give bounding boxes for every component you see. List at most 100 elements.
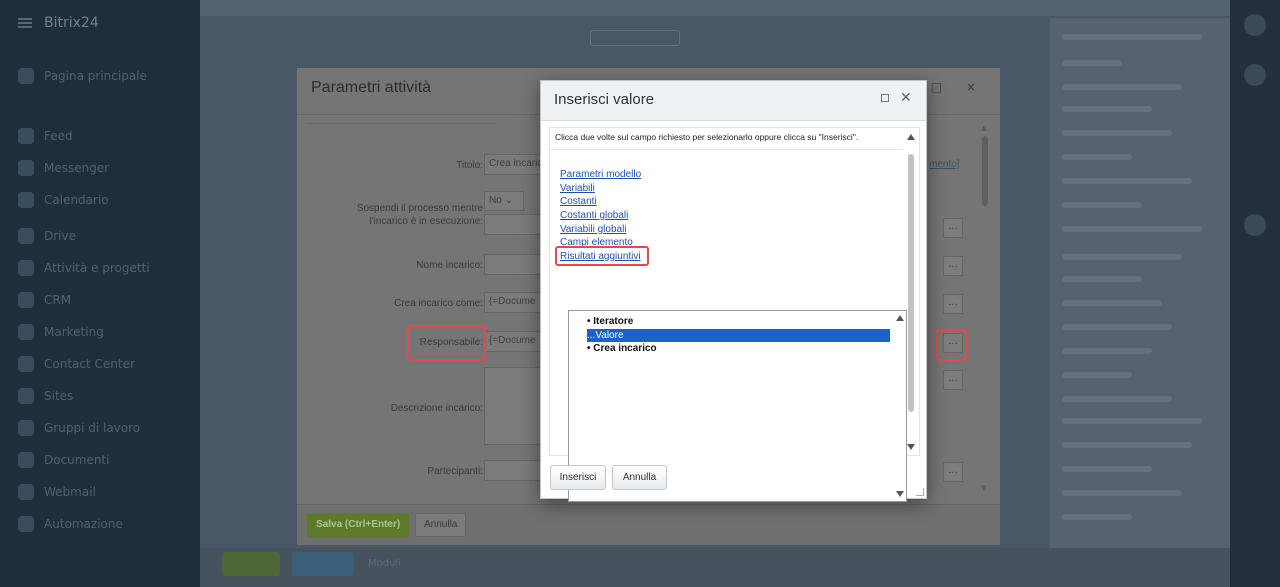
resize-grip-icon[interactable] [916,488,924,496]
sidebar-item-marketing[interactable]: Marketing [18,322,104,342]
sidebar-item-sites[interactable]: Sites [18,386,73,406]
panel-line [1062,466,1152,472]
panel-line [1062,84,1182,90]
bottom-modules-label[interactable]: Moduli [362,552,420,576]
hint-text: Clicca due volte sul campo richiesto per… [555,132,859,142]
panel-line [1062,226,1202,232]
panel-line [1062,490,1182,496]
panel-line [1062,130,1172,136]
panel-line [1062,514,1132,520]
feed-icon [18,128,34,144]
sidebar-item-webmail[interactable]: Webmail [18,482,96,502]
toolbar-control[interactable] [590,30,680,46]
bottom-action-bar [200,548,1230,587]
maximize-icon[interactable] [881,94,889,102]
responsible-input[interactable]: {=Docume [484,331,544,352]
mail-icon [18,484,34,500]
scroll-down-icon[interactable] [907,444,915,450]
outer-scrollbar[interactable]: ▲ ▼ [981,124,988,494]
category-link-template-params[interactable]: Parametri modello [560,169,641,180]
divider [550,149,902,150]
sidebar-item-groups[interactable]: Gruppi di lavoro [18,418,140,438]
cancel-insert-button[interactable]: Annulla [612,465,667,490]
panel-line [1062,154,1132,160]
tree-item-create-task[interactable]: • Crea incarico [587,342,657,355]
sidebar-item-documents[interactable]: Documenti [18,450,110,470]
sidebar-item-drive[interactable]: Drive [18,226,76,246]
sidebar-item-feed[interactable]: Feed [18,126,73,146]
insert-dialog-body: Clicca due volte sul campo richiesto per… [549,127,920,502]
cancel-button[interactable]: Annulla [415,513,467,537]
avatar[interactable] [1244,14,1266,36]
create-as-picker-button[interactable]: ... [943,294,963,314]
sidebar-item-crm[interactable]: CRM [18,290,71,310]
menu-icon[interactable] [18,18,32,28]
scroll-up-icon[interactable] [907,134,915,140]
participants-picker-button[interactable]: ... [943,462,963,482]
chat-icon [18,160,34,176]
sidebar-item-messenger[interactable]: Messenger [18,158,109,178]
bottom-save-button[interactable] [222,552,280,576]
title-link[interactable]: mento] [929,159,960,170]
task-name-picker-button[interactable]: ... [943,256,963,276]
sidebar-item-home[interactable]: Pagina principale [18,66,147,86]
suspend-extra-input[interactable] [484,214,544,235]
scroll-thumb[interactable] [908,154,914,412]
panel-line [1062,202,1142,208]
tab-strip [307,118,497,124]
panel-line [1062,348,1152,354]
category-link-constants[interactable]: Costanti [560,196,597,207]
sidebar-item-tasks[interactable]: Attività e progetti [18,258,150,278]
chat-bubble-icon[interactable] [1244,214,1266,236]
tree-item-value-selected[interactable]: ...Valore [587,329,890,342]
description-textarea[interactable] [484,367,544,445]
sites-icon [18,388,34,404]
scroll-down-icon[interactable]: ▼ [981,484,986,492]
participants-input[interactable] [484,460,544,481]
panel-line [1062,372,1132,378]
insert-dialog-title: Inserisci valore [554,91,655,108]
app-brand: Bitrix24 [44,15,99,31]
suspend-select[interactable]: No ⌄ [484,191,524,211]
task-name-input[interactable] [484,254,544,275]
close-icon[interactable]: ✕ [900,90,912,106]
title-label: Titolo: [456,160,483,171]
category-link-variables[interactable]: Variabili [560,183,595,194]
category-link-global-constants[interactable]: Costanti globali [560,210,628,221]
scroll-up-icon[interactable]: ▲ [981,124,986,132]
panel-line [1062,254,1182,260]
save-button[interactable]: Salva (Ctrl+Enter) [307,513,410,537]
sidebar-item-calendar[interactable]: Calendario [18,190,109,210]
left-sidebar: Bitrix24 Pagina principale Feed Messenge… [0,0,200,587]
sidebar-item-automation[interactable]: Automazione [18,514,123,534]
outer-dialog-footer: Salva (Ctrl+Enter) Annulla [297,504,1000,545]
picker-button-highlight [936,329,967,361]
insert-dialog-footer: Inserisci Annulla [541,459,926,498]
suspend-picker-button[interactable]: ... [943,218,963,238]
sidebar-item-contact-center[interactable]: Contact Center [18,354,135,374]
panel-line [1062,276,1142,282]
insert-button[interactable]: Inserisci [550,465,606,490]
far-right-rail [1230,0,1280,587]
title-input[interactable]: Crea incaric [484,154,544,175]
right-properties-panel [1050,18,1230,587]
top-header [200,0,1230,16]
task-name-label: Nome incarico: [416,260,483,271]
scroll-up-icon[interactable] [896,315,904,321]
category-link-global-variables[interactable]: Variabili globali [560,224,627,235]
scroll-thumb[interactable] [982,136,988,206]
marketing-icon [18,324,34,340]
notifications-icon[interactable] [1244,64,1266,86]
body-scrollbar[interactable] [905,132,917,452]
suspend-label: Sospendi il processo mentre l'incarico è… [356,203,483,227]
automation-icon [18,516,34,532]
dialog-title: Parametri attività [311,79,432,96]
tree-item-iterator[interactable]: • Iteratore [587,315,633,328]
description-label: Descrizione incarico: [390,403,483,414]
window-controls[interactable]: □ × [931,80,986,94]
bottom-apply-button[interactable] [292,552,354,576]
contact-center-icon [18,356,34,372]
description-picker-button[interactable]: ... [943,370,963,390]
create-as-input[interactable]: {=Docume [484,292,544,313]
panel-line [1062,324,1172,330]
